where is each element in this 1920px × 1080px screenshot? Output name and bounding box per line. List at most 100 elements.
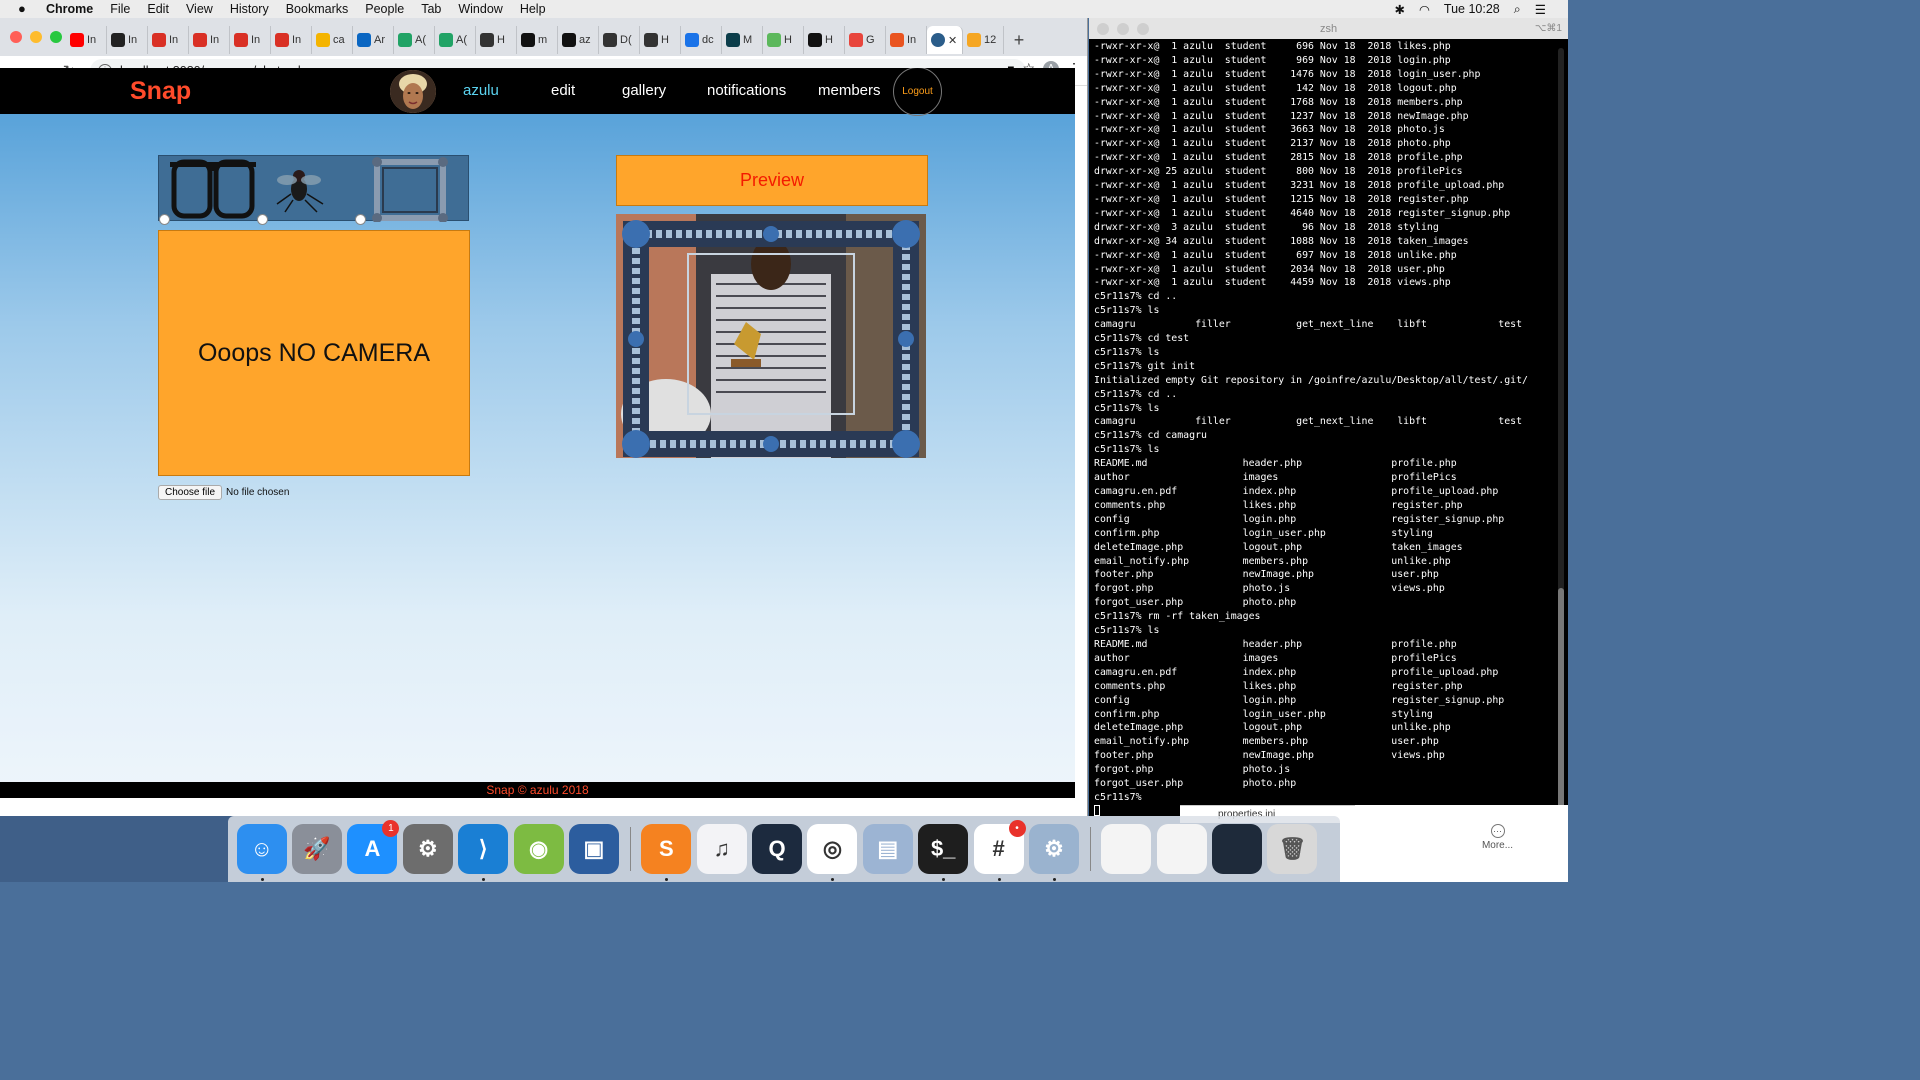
- dock-recent-document-icon[interactable]: [1212, 824, 1263, 874]
- browser-tab[interactable]: In: [271, 26, 312, 54]
- dock-recent-document-icon[interactable]: [1156, 824, 1207, 874]
- dock-preview-icon[interactable]: ▤: [862, 824, 913, 874]
- terminal-line: c5r11s7% ls: [1094, 402, 1160, 414]
- menu-history[interactable]: History: [230, 2, 269, 16]
- menu-window[interactable]: Window: [458, 2, 502, 16]
- menu-bookmarks[interactable]: Bookmarks: [286, 2, 349, 16]
- browser-tab[interactable]: In: [189, 26, 230, 54]
- nav-username[interactable]: azulu: [463, 82, 499, 99]
- browser-tab[interactable]: G: [845, 26, 886, 54]
- more-label: More...: [1481, 840, 1514, 851]
- browser-tab[interactable]: In: [107, 26, 148, 54]
- nav-notifications[interactable]: notifications: [707, 82, 786, 99]
- terminal-line: c5r11s7% rm -rf taken_images: [1094, 611, 1261, 623]
- zoom-window-button[interactable]: [50, 31, 62, 43]
- tab-favicon-icon: [603, 33, 617, 47]
- dock-terminal-icon[interactable]: $_: [918, 824, 969, 881]
- terminal-line: forgot.php photo.js views.php: [1094, 583, 1445, 595]
- close-window-button[interactable]: [10, 31, 22, 43]
- more-button[interactable]: ··· More...: [1450, 820, 1545, 851]
- terminal-scrollbar[interactable]: [1558, 48, 1564, 808]
- preview-button[interactable]: Preview: [616, 155, 928, 206]
- menu-people[interactable]: People: [365, 2, 404, 16]
- bluetooth-icon[interactable]: ✱: [1395, 2, 1405, 17]
- terminal-titlebar[interactable]: zsh ⌥⌘1: [1089, 18, 1568, 39]
- sticker-radio-fly[interactable]: [257, 214, 268, 225]
- browser-tab[interactable]: 12: [963, 26, 1004, 54]
- minimize-window-button[interactable]: [30, 31, 42, 43]
- frame-sticker[interactable]: [372, 157, 448, 222]
- apple-menu-icon[interactable]: ●: [18, 2, 32, 16]
- sticker-radio-frame[interactable]: [355, 214, 366, 225]
- user-avatar[interactable]: [390, 70, 436, 113]
- browser-tab[interactable]: ca: [312, 26, 353, 54]
- control-center-icon[interactable]: ☰: [1535, 2, 1546, 17]
- nav-members[interactable]: members: [818, 82, 881, 99]
- browser-tab[interactable]: m: [517, 26, 558, 54]
- terminal-line: -rwxr-xr-x@ 1 azulu student 4640 Nov 18 …: [1094, 207, 1511, 219]
- browser-tab[interactable]: M: [722, 26, 763, 54]
- sticker-selector: [158, 155, 469, 225]
- dock-chrome-icon[interactable]: ◎: [807, 824, 858, 881]
- menu-app-name[interactable]: Chrome: [46, 2, 93, 16]
- browser-tab[interactable]: In: [148, 26, 189, 54]
- nav-gallery[interactable]: gallery: [622, 82, 666, 99]
- wifi-icon[interactable]: ◠: [1419, 2, 1430, 17]
- fly-sticker[interactable]: [276, 170, 324, 213]
- dock-sublime-text-icon[interactable]: S: [641, 824, 692, 881]
- menu-edit[interactable]: Edit: [147, 2, 169, 16]
- browser-tab[interactable]: In: [230, 26, 271, 54]
- dock-app-store-icon[interactable]: A1: [347, 820, 400, 874]
- browser-tab[interactable]: A(: [394, 26, 435, 54]
- menu-help[interactable]: Help: [520, 2, 546, 16]
- browser-tab[interactable]: dc: [681, 26, 722, 54]
- dock-android-studio-icon[interactable]: ◉: [513, 824, 564, 874]
- browser-tab[interactable]: H: [640, 26, 681, 54]
- browser-tab[interactable]: H: [476, 26, 517, 54]
- trash-icon[interactable]: 🗑: [1267, 824, 1318, 874]
- nav-edit[interactable]: edit: [551, 82, 575, 99]
- menu-tab[interactable]: Tab: [421, 2, 441, 16]
- tab-title: az: [579, 34, 591, 46]
- browser-tab[interactable]: Ar: [353, 26, 394, 54]
- terminal-line: -rwxr-xr-x@ 1 azulu student 142 Nov 18 2…: [1094, 82, 1457, 94]
- browser-tab[interactable]: az: [558, 26, 599, 54]
- terminal-line: -rwxr-xr-x@ 1 azulu student 2815 Nov 18 …: [1094, 152, 1463, 164]
- dock-itunes-icon[interactable]: ♫: [696, 824, 747, 874]
- terminal-output[interactable]: -rwxr-xr-x@ 1 azulu student 696 Nov 18 2…: [1094, 40, 1528, 816]
- tab-favicon-icon: [193, 33, 207, 47]
- browser-tab[interactable]: In: [66, 26, 107, 54]
- terminal-title: zsh: [1319, 22, 1338, 35]
- terminal-line: -rwxr-xr-x@ 1 azulu student 1237 Nov 18 …: [1094, 110, 1469, 122]
- sticker-radio-glasses[interactable]: [159, 214, 170, 225]
- dock-launchpad-icon[interactable]: 🚀: [292, 824, 343, 874]
- terminal-window[interactable]: zsh ⌥⌘1 -rwxr-xr-x@ 1 azulu student 696 …: [1089, 18, 1568, 816]
- dock-quicktime-icon[interactable]: Q: [752, 824, 803, 874]
- menubar-clock[interactable]: Tue 10:28: [1444, 2, 1500, 16]
- browser-tab[interactable]: In: [886, 26, 927, 54]
- menu-file[interactable]: File: [110, 2, 130, 16]
- browser-tab[interactable]: H: [804, 26, 845, 54]
- browser-tab[interactable]: A(: [435, 26, 476, 54]
- spotlight-search-icon[interactable]: ⌕: [1514, 2, 1521, 17]
- dock-vscode-icon[interactable]: ⟩: [458, 824, 509, 881]
- macos-menubar: ● Chrome File Edit View History Bookmark…: [0, 0, 1568, 18]
- dock-managed-software-center-icon[interactable]: ⚙: [1028, 824, 1079, 881]
- glasses-sticker[interactable]: [170, 159, 256, 219]
- tab-title: In: [251, 34, 261, 46]
- choose-file-button[interactable]: Choose file: [158, 485, 223, 500]
- logout-button[interactable]: Logout: [893, 68, 942, 116]
- browser-tab-active[interactable]: ✕: [927, 26, 963, 54]
- menu-view[interactable]: View: [186, 2, 213, 16]
- close-tab-icon[interactable]: ✕: [948, 34, 957, 47]
- site-brand[interactable]: Snap: [130, 77, 191, 106]
- dock-finder-icon[interactable]: ☺: [236, 824, 287, 881]
- browser-tab[interactable]: H: [763, 26, 804, 54]
- new-tab-button[interactable]: +: [1004, 26, 1034, 54]
- dock-slack-icon[interactable]: # •: [973, 820, 1026, 881]
- browser-tab[interactable]: D(: [599, 26, 640, 54]
- dock-system-preferences-icon[interactable]: ⚙: [402, 824, 453, 874]
- dock-virtualbox-icon[interactable]: ▣: [568, 824, 619, 874]
- terminal-scrollbar-thumb[interactable]: [1558, 588, 1564, 808]
- dock-recent-document-icon[interactable]: [1101, 824, 1152, 874]
